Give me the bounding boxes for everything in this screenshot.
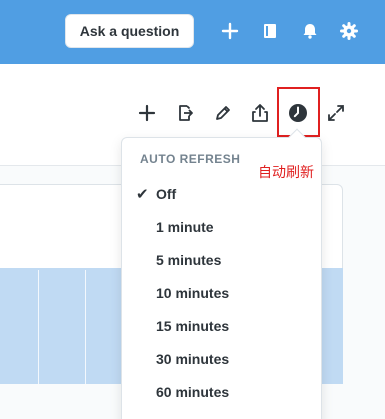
- bell-icon[interactable]: [297, 18, 323, 44]
- ask-question-button[interactable]: Ask a question: [65, 14, 194, 48]
- refresh-option-10-minutes[interactable]: 10 minutes: [122, 278, 321, 308]
- pencil-icon[interactable]: [210, 100, 236, 126]
- chart-divider: [85, 270, 86, 384]
- clock-icon[interactable]: [285, 100, 311, 126]
- new-plus-icon[interactable]: [217, 18, 243, 44]
- annotation-label: 自动刷新: [258, 164, 314, 180]
- gear-icon[interactable]: [336, 18, 362, 44]
- share-icon[interactable]: [247, 100, 273, 126]
- auto-refresh-title: AUTO REFRESH: [140, 152, 241, 166]
- checkmark-icon: ✔: [136, 186, 149, 203]
- notebook-icon[interactable]: [257, 18, 283, 44]
- refresh-option-15-minutes[interactable]: 15 minutes: [122, 311, 321, 341]
- refresh-option-30-minutes[interactable]: 30 minutes: [122, 344, 321, 374]
- refresh-option-off[interactable]: Off: [122, 179, 321, 209]
- add-card-plus-icon[interactable]: [134, 100, 160, 126]
- move-icon[interactable]: [172, 100, 198, 126]
- fullscreen-icon[interactable]: [323, 100, 349, 126]
- refresh-option-60-minutes[interactable]: 60 minutes: [122, 377, 321, 407]
- refresh-option-5-minutes[interactable]: 5 minutes: [122, 245, 321, 275]
- refresh-option-1-minute[interactable]: 1 minute: [122, 212, 321, 242]
- chart-divider: [38, 270, 39, 384]
